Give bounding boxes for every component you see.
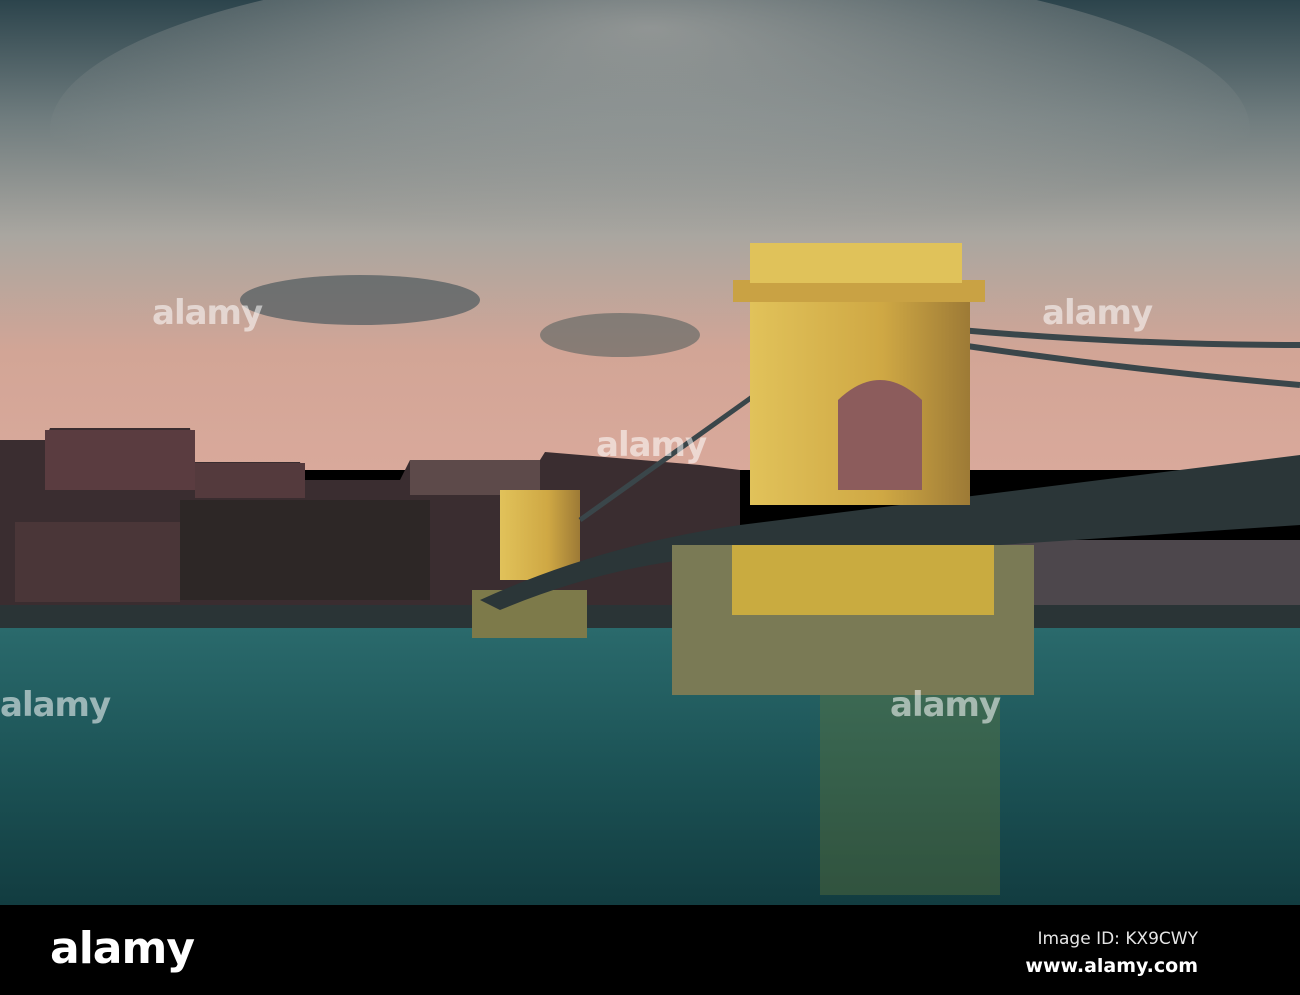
palace (45, 430, 195, 490)
far-bank-buildings (995, 540, 1300, 610)
embankment (0, 605, 1300, 630)
watermark: alamy (596, 425, 707, 465)
watermark: alamy (890, 685, 1001, 725)
tower-cornice (733, 280, 985, 302)
watermark: alamy (1042, 293, 1153, 333)
tower-top (750, 243, 962, 283)
alamy-logo: alamy (50, 923, 195, 974)
footer-bar: alamy Image ID: KX9CWY www.alamy.com (0, 905, 1300, 995)
trees (180, 500, 430, 600)
watermark: alamy (152, 293, 263, 333)
building (410, 460, 540, 495)
tower-arch (838, 380, 922, 490)
pier-lit (732, 545, 994, 615)
dark-cloud (240, 275, 480, 325)
watermark: alamy (0, 685, 111, 725)
image-id: Image ID: KX9CWY (1037, 929, 1198, 949)
river (0, 628, 1300, 905)
tower-reflection (820, 695, 1000, 895)
stock-photo: alamy alamy alamy alamy alamy alamy Imag… (0, 0, 1300, 995)
dark-cloud (540, 313, 700, 357)
palace-wing (195, 463, 305, 498)
building (15, 522, 180, 602)
site-url[interactable]: www.alamy.com (1025, 955, 1198, 977)
